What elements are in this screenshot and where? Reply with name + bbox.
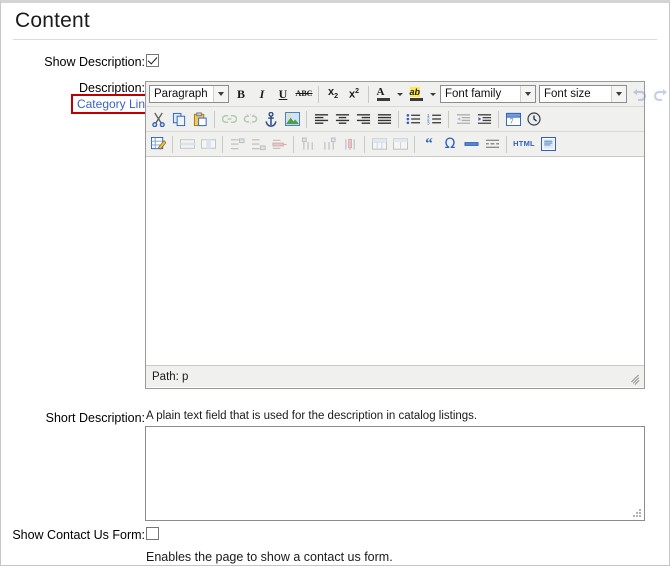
- cut-icon[interactable]: [148, 109, 168, 129]
- font-size-select-value: Font size: [544, 88, 591, 100]
- align-right-icon[interactable]: [353, 109, 373, 129]
- merge-cells-icon[interactable]: [390, 134, 410, 154]
- separator: [172, 135, 173, 153]
- separator: [293, 135, 294, 153]
- insert-link-icon[interactable]: [219, 109, 239, 129]
- editor-resize-grip[interactable]: [628, 370, 642, 385]
- category-link[interactable]: Category Link: [77, 97, 151, 111]
- background-color-icon[interactable]: ab: [406, 84, 426, 104]
- font-family-select-value: Font family: [445, 88, 502, 100]
- short-description-textarea[interactable]: [145, 426, 645, 521]
- blockquote-icon[interactable]: “: [419, 134, 439, 154]
- chevron-down-icon: [520, 86, 535, 102]
- bullet-list-icon[interactable]: [403, 109, 423, 129]
- short-description-hint: A plain text field that is used for the …: [146, 410, 478, 422]
- separator: [368, 85, 369, 103]
- edit-table-icon[interactable]: [148, 134, 168, 154]
- underline-icon[interactable]: U: [273, 84, 293, 104]
- editor-toolbar-row-1: Paragraph B I U ABC x2 x2 A ab Font fami…: [146, 82, 667, 107]
- show-contact-us-form-checkbox[interactable]: [146, 527, 159, 540]
- copy-icon[interactable]: [169, 109, 189, 129]
- svg-text:3: 3: [427, 120, 430, 125]
- delete-row-icon[interactable]: [269, 134, 289, 154]
- align-center-icon[interactable]: [332, 109, 352, 129]
- separator: [214, 110, 215, 128]
- strikethrough-icon[interactable]: ABC: [294, 84, 314, 104]
- separator: [398, 110, 399, 128]
- insert-column-before-icon[interactable]: [298, 134, 318, 154]
- separator: [448, 110, 449, 128]
- editor-path-label: Path: p: [152, 370, 189, 383]
- editor-toolbar-row-2: 123 7: [146, 107, 644, 132]
- show-contact-us-form-label: Show Contact Us Form:: [12, 528, 145, 542]
- separator: [414, 135, 415, 153]
- page-break-icon[interactable]: [482, 134, 502, 154]
- show-description-label: Show Description:: [44, 55, 145, 69]
- description-label: Description:: [79, 81, 145, 95]
- insert-image-icon[interactable]: [282, 109, 302, 129]
- background-color-dropdown-arrow[interactable]: [427, 84, 438, 104]
- separator: [364, 135, 365, 153]
- separator: [306, 110, 307, 128]
- outdent-icon[interactable]: [453, 109, 473, 129]
- description-rich-text-editor[interactable]: Paragraph B I U ABC x2 x2 A ab Font fami…: [145, 81, 667, 389]
- bold-icon[interactable]: B: [231, 84, 251, 104]
- edit-html-icon[interactable]: HTML: [511, 134, 537, 154]
- delete-column-icon[interactable]: [340, 134, 360, 154]
- align-left-icon[interactable]: [311, 109, 331, 129]
- show-contact-us-form-row: Show Contact Us Form:: [1, 527, 301, 542]
- insert-date-icon[interactable]: 7: [503, 109, 523, 129]
- redo-icon[interactable]: [650, 84, 670, 104]
- editor-toolbar-row-3: “ Ω HTML: [146, 132, 644, 157]
- anchor-icon[interactable]: [261, 109, 281, 129]
- numbered-list-icon[interactable]: 123: [424, 109, 444, 129]
- format-select[interactable]: Paragraph: [149, 85, 229, 103]
- separator: [498, 110, 499, 128]
- unlink-icon[interactable]: [240, 109, 260, 129]
- format-select-value: Paragraph: [154, 88, 208, 100]
- undo-icon[interactable]: [629, 84, 649, 104]
- short-description-label: Short Description:: [45, 411, 145, 425]
- show-contact-us-form-hint: Enables the page to show a contact us fo…: [146, 550, 393, 564]
- paste-icon[interactable]: [190, 109, 210, 129]
- show-description-checkbox[interactable]: [146, 54, 159, 67]
- table-cell-properties-icon[interactable]: [198, 134, 218, 154]
- separator: [318, 85, 319, 103]
- separator: [506, 135, 507, 153]
- text-color-dropdown-arrow[interactable]: [394, 84, 405, 104]
- special-character-icon[interactable]: Ω: [440, 134, 460, 154]
- chevron-down-icon: [611, 86, 626, 102]
- content-page: Content Show Description: Description: C…: [0, 0, 670, 566]
- insert-time-icon[interactable]: [524, 109, 544, 129]
- chevron-down-icon: [213, 86, 228, 102]
- superscript-icon[interactable]: x2: [344, 84, 364, 104]
- table-row-properties-icon[interactable]: [177, 134, 197, 154]
- textarea-resize-grip[interactable]: [632, 508, 641, 517]
- italic-icon[interactable]: I: [252, 84, 272, 104]
- editor-content-area[interactable]: [146, 157, 644, 366]
- indent-icon[interactable]: [474, 109, 494, 129]
- split-cells-icon[interactable]: [369, 134, 389, 154]
- separator: [222, 135, 223, 153]
- horizontal-rule-icon[interactable]: [461, 134, 481, 154]
- text-color-icon[interactable]: A: [373, 84, 393, 104]
- page-title: Content: [15, 9, 90, 32]
- editor-status-bar: Path: p: [146, 366, 644, 387]
- preview-icon[interactable]: [538, 134, 558, 154]
- insert-row-before-icon[interactable]: [227, 134, 247, 154]
- font-size-select[interactable]: Font size: [539, 85, 627, 103]
- svg-text:7: 7: [509, 117, 513, 126]
- insert-row-after-icon[interactable]: [248, 134, 268, 154]
- font-family-select[interactable]: Font family: [440, 85, 536, 103]
- align-justify-icon[interactable]: [374, 109, 394, 129]
- subscript-icon[interactable]: x2: [323, 84, 343, 104]
- title-divider: [13, 39, 657, 40]
- insert-column-after-icon[interactable]: [319, 134, 339, 154]
- show-description-row: Show Description:: [1, 54, 301, 69]
